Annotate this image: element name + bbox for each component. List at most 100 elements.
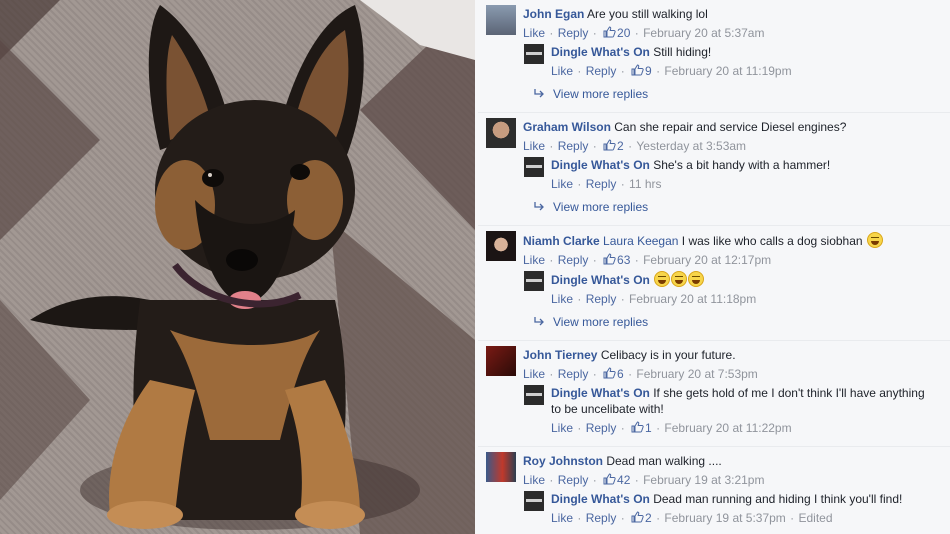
reply-author[interactable]: Dingle What's On — [551, 273, 650, 287]
laughing-emoji-icon — [654, 271, 671, 287]
comment-author[interactable]: Niamh Clarke — [523, 234, 600, 248]
reply-author[interactable]: Dingle What's On — [551, 45, 650, 59]
like-link[interactable]: Like — [523, 367, 545, 381]
view-more-label[interactable]: View more replies — [531, 315, 648, 329]
comment-text: Can she repair and service Diesel engine… — [614, 120, 847, 134]
like-link[interactable]: Like — [523, 26, 545, 40]
comment: Niamh Clarke Laura Keegan I was like who… — [486, 231, 950, 268]
avatar[interactable] — [486, 346, 516, 376]
avatar[interactable] — [486, 231, 516, 261]
reply: Dingle What's On If she gets hold of me … — [486, 384, 950, 436]
reply-arrow-icon — [534, 202, 544, 211]
timestamp[interactable]: February 19 at 3:21pm — [643, 473, 764, 487]
like-count[interactable]: 2 — [645, 511, 652, 525]
thumbs-up-icon[interactable] — [603, 367, 616, 379]
view-more-replies[interactable]: View more replies — [486, 86, 950, 102]
view-more-label[interactable]: View more replies — [531, 87, 648, 101]
comment-meta: Like · Reply · 42 · February 19 at 3:21p… — [523, 473, 765, 487]
reply-link[interactable]: Reply — [558, 367, 589, 381]
thumbs-up-icon[interactable] — [603, 26, 616, 38]
like-link[interactable]: Like — [551, 64, 573, 78]
like-count[interactable]: 2 — [617, 139, 624, 153]
timestamp[interactable]: February 20 at 11:19pm — [664, 64, 791, 78]
tagged-user[interactable]: Laura Keegan — [603, 234, 678, 248]
thumbs-up-icon[interactable] — [631, 64, 644, 76]
timestamp[interactable]: Yesterday at 3:53am — [636, 139, 746, 153]
reply-author[interactable]: Dingle What's On — [551, 492, 650, 506]
reply-link[interactable]: Reply — [586, 511, 617, 525]
reply-link[interactable]: Reply — [586, 64, 617, 78]
view-more-replies[interactable]: View more replies — [486, 314, 950, 330]
comment-author[interactable]: John Tierney — [523, 348, 597, 362]
avatar[interactable] — [486, 118, 516, 148]
thumbs-up-icon[interactable] — [631, 511, 644, 523]
timestamp[interactable]: February 20 at 11:22pm — [664, 421, 791, 435]
timestamp[interactable]: 11 hrs — [629, 177, 661, 191]
puppy-illustration — [0, 0, 475, 534]
reply-arrow-icon — [534, 89, 544, 98]
reply-link[interactable]: Reply — [558, 473, 589, 487]
avatar[interactable] — [486, 5, 516, 35]
page-avatar[interactable] — [524, 385, 544, 405]
reply-text: If she gets hold of me I don't think I'l… — [653, 386, 925, 400]
page-avatar[interactable] — [524, 271, 544, 291]
reply-link[interactable]: Reply — [586, 421, 617, 435]
thumbs-up-icon[interactable] — [603, 253, 616, 265]
avatar[interactable] — [486, 452, 516, 482]
like-count[interactable]: 1 — [645, 421, 652, 435]
comment-author[interactable]: Roy Johnston — [523, 454, 603, 468]
like-count[interactable]: 20 — [617, 26, 630, 40]
timestamp[interactable]: February 20 at 7:53pm — [636, 367, 757, 381]
thumbs-up-icon[interactable] — [631, 421, 644, 433]
reply-text-continued: to be uncelibate with! — [551, 402, 664, 416]
like-count[interactable]: 63 — [617, 253, 630, 267]
laughing-emoji-icon — [671, 271, 688, 287]
comments-panel: John Egan Are you still walking lol Like… — [478, 0, 950, 534]
comment: John Tierney Celibacy is in your future.… — [486, 346, 950, 382]
reply-author[interactable]: Dingle What's On — [551, 386, 650, 400]
page-avatar[interactable] — [524, 44, 544, 64]
like-count[interactable]: 42 — [617, 473, 630, 487]
comment: John Egan Are you still walking lol Like… — [486, 5, 950, 41]
reply: Dingle What's On Like · Reply · February… — [486, 270, 950, 307]
comment-author[interactable]: Graham Wilson — [523, 120, 611, 134]
view-more-label[interactable]: View more replies — [531, 200, 648, 214]
reply-link[interactable]: Reply — [586, 292, 617, 306]
comment-meta: Like · Reply · 2 · Yesterday at 3:53am — [523, 139, 747, 153]
edited-label[interactable]: Edited — [798, 511, 832, 525]
like-link[interactable]: Like — [551, 177, 573, 191]
view-more-replies[interactable]: View more replies — [486, 199, 950, 215]
like-link[interactable]: Like — [551, 421, 573, 435]
like-link[interactable]: Like — [551, 292, 573, 306]
comment-thread: John Egan Are you still walking lol Like… — [478, 0, 950, 102]
comment-text: I was like who calls a dog siobhan — [681, 234, 863, 248]
reply-link[interactable]: Reply — [558, 26, 589, 40]
reply-link[interactable]: Reply — [558, 253, 589, 267]
comment-meta: Like · Reply · 6 · February 20 at 7:53pm — [523, 367, 758, 381]
like-link[interactable]: Like — [523, 473, 545, 487]
reply-meta: Like · Reply · February 20 at 11:18pm — [551, 292, 757, 306]
reply-link[interactable]: Reply — [586, 177, 617, 191]
reply-link[interactable]: Reply — [558, 139, 589, 153]
comment-thread: Niamh Clarke Laura Keegan I was like who… — [478, 225, 950, 330]
thumbs-up-icon[interactable] — [603, 473, 616, 485]
like-count[interactable]: 9 — [645, 64, 652, 78]
like-link[interactable]: Like — [523, 139, 545, 153]
reply-author[interactable]: Dingle What's On — [551, 158, 650, 172]
timestamp[interactable]: February 20 at 12:17pm — [643, 253, 771, 267]
page-avatar[interactable] — [524, 157, 544, 177]
timestamp[interactable]: February 20 at 5:37am — [643, 26, 764, 40]
thumbs-up-icon[interactable] — [603, 139, 616, 151]
reply-meta: Like · Reply · 9 · February 20 at 11:19p… — [551, 64, 792, 78]
like-count[interactable]: 6 — [617, 367, 624, 381]
reply: Dingle What's On Dead man running and hi… — [486, 490, 950, 526]
reply: Dingle What's On She's a bit handy with … — [486, 156, 950, 192]
page-avatar[interactable] — [524, 491, 544, 511]
like-link[interactable]: Like — [523, 253, 545, 267]
reply-meta: Like · Reply · 1 · February 20 at 11:22p… — [551, 421, 792, 435]
timestamp[interactable]: February 19 at 5:37pm — [664, 511, 785, 525]
like-link[interactable]: Like — [551, 511, 573, 525]
comment-author[interactable]: John Egan — [523, 7, 584, 21]
comment-text: Dead man walking .... — [606, 454, 722, 468]
timestamp[interactable]: February 20 at 11:18pm — [629, 292, 756, 306]
